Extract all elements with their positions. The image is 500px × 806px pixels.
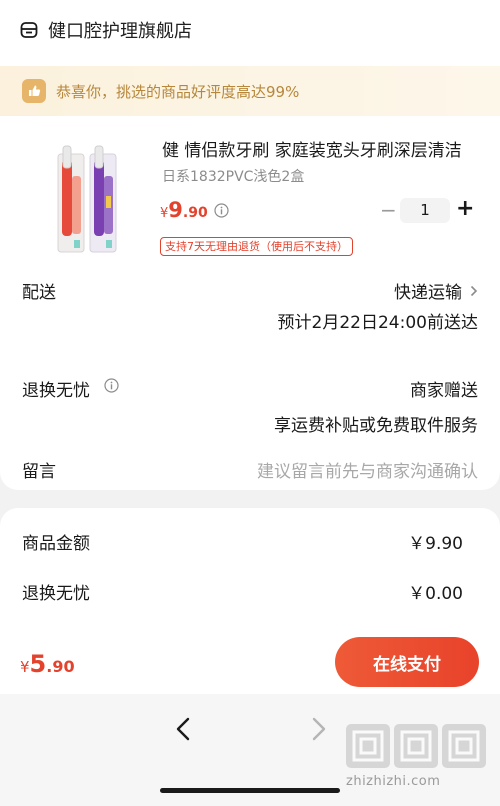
return-policy-tag: 支持7天无理由退货（使用后不支持）	[160, 237, 353, 256]
watermark-logo	[346, 724, 494, 768]
message-input[interactable]: 建议留言前先与商家沟通确认	[257, 457, 478, 482]
back-icon[interactable]	[174, 716, 192, 742]
price-integer: 9	[168, 198, 183, 222]
quantity-value[interactable]: 1	[400, 198, 450, 223]
returns-label: 退换无忧	[22, 381, 90, 401]
price-symbol: ¥	[160, 206, 169, 221]
product-title[interactable]: 健 情侣款牙刷 家庭装宽头牙刷深层清洁	[162, 136, 482, 161]
quantity-decrease-button[interactable]: −	[380, 198, 397, 222]
forward-icon[interactable]	[310, 716, 328, 742]
watermark: zhizhizhi.com	[346, 724, 494, 800]
pay-online-button[interactable]: 在线支付	[335, 637, 479, 687]
summary-value-returns: ￥0.00	[408, 584, 463, 604]
quantity-increase-button[interactable]: +	[456, 196, 474, 221]
info-icon[interactable]	[104, 378, 119, 393]
store-icon	[20, 22, 38, 38]
price-decimal: .90	[182, 205, 208, 221]
store-name: 健口腔护理旗舰店	[48, 21, 192, 42]
summary-label-returns: 退换无忧	[22, 584, 90, 604]
returns-description: 享运费补贴或免费取件服务	[274, 416, 478, 436]
summary-label-goods: 商品金额	[22, 534, 90, 554]
message-label: 留言	[22, 462, 56, 482]
unit-price: ¥ 9 .90	[160, 198, 208, 222]
delivery-eta: 预计2月22日24:00前送达	[277, 313, 478, 333]
total-decimal: .90	[46, 657, 75, 676]
watermark-text: zhizhizhi.com	[346, 774, 441, 789]
thumbs-up-icon	[22, 79, 46, 103]
chevron-right-icon	[470, 285, 478, 296]
total-price: ¥ 5 .90	[20, 650, 75, 678]
delivery-method: 快递运输	[394, 283, 462, 303]
product-spec: 日系1832PVC浅色2盒	[162, 169, 305, 185]
home-indicator[interactable]	[160, 788, 340, 793]
product-image[interactable]	[44, 136, 134, 256]
info-icon[interactable]	[214, 203, 229, 218]
returns-value: 商家赠送	[410, 381, 478, 401]
total-symbol: ¥	[20, 658, 30, 676]
total-integer: 5	[29, 650, 47, 678]
summary-card	[0, 508, 500, 628]
summary-value-goods: ￥9.90	[408, 534, 463, 554]
delivery-label: 配送	[22, 283, 56, 303]
delivery-method-selector[interactable]: 快递运输	[394, 278, 478, 303]
store-header[interactable]: 健口腔护理旗舰店	[20, 16, 192, 44]
rating-banner: 恭喜你，挑选的商品好评度高达99%	[0, 66, 500, 116]
banner-text: 恭喜你，挑选的商品好评度高达99%	[56, 82, 300, 101]
